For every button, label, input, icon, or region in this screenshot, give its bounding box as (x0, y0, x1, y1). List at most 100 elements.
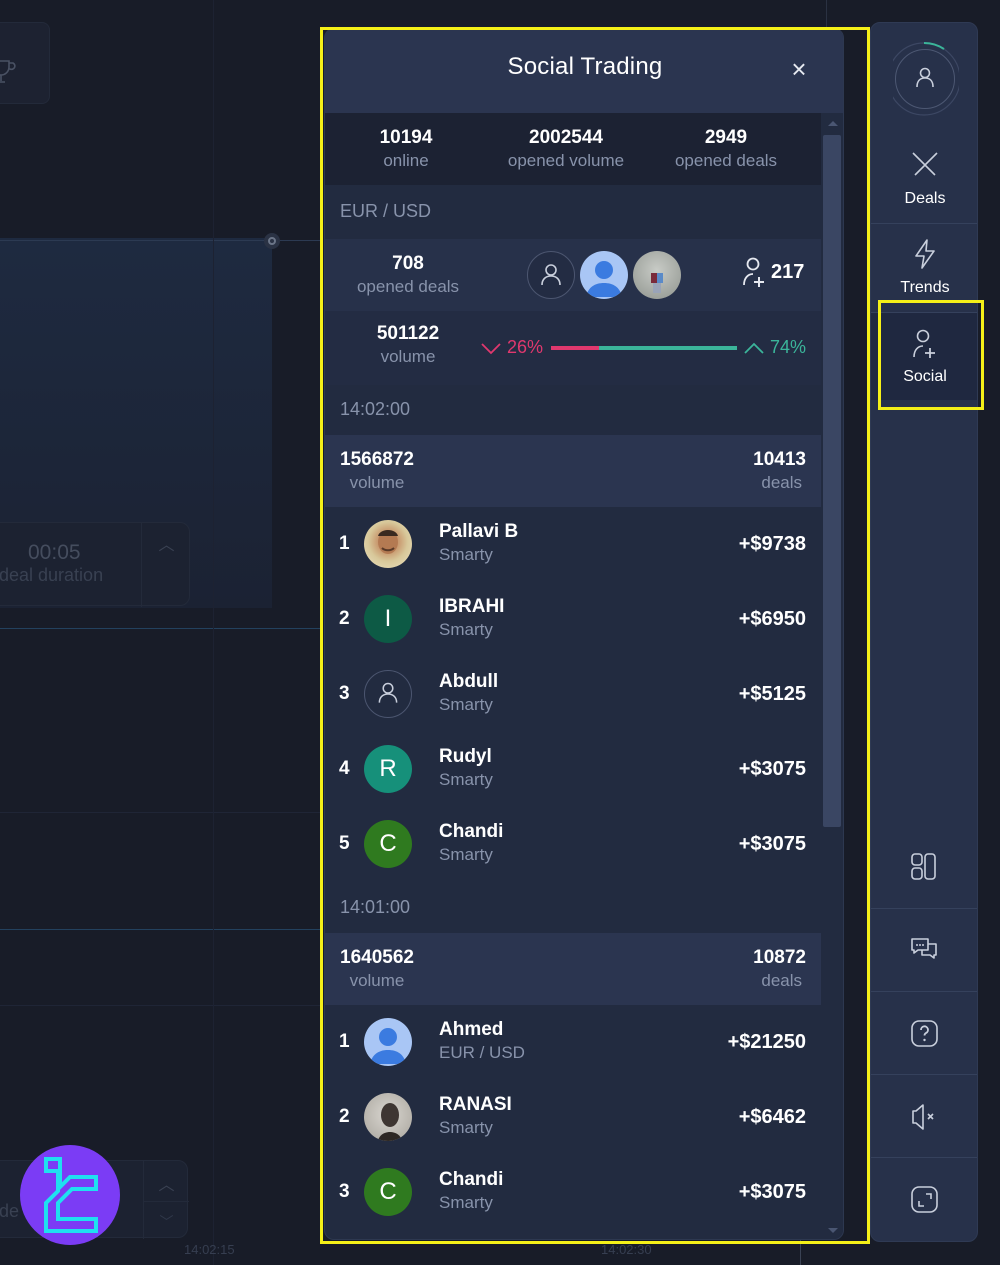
trader-profit: +$9738 (738, 533, 806, 555)
period-deals-label: deals (761, 971, 802, 990)
stat-value: 2002544 (529, 127, 603, 148)
trader-rank: 3 (339, 683, 350, 704)
tournaments-button[interactable] (0, 22, 50, 104)
trader-name: Rudyl (439, 746, 492, 767)
close-icon: × (791, 54, 807, 84)
volume-label: volume (380, 347, 436, 366)
profile-button[interactable] (871, 23, 977, 139)
trader-profit: +$6950 (738, 608, 806, 630)
avatar (364, 670, 412, 718)
avatar (633, 251, 681, 299)
period-deals: 10872 deals (753, 947, 806, 991)
trader-subtitle: Smarty (439, 1193, 493, 1212)
opened-deals-label: opened deals (356, 277, 460, 296)
layout-icon (911, 853, 936, 880)
fullscreen-button[interactable] (871, 1157, 977, 1240)
photo-avatar-icon (378, 530, 398, 554)
deal-duration-value: 00:05 (28, 541, 81, 564)
grid-line (0, 1005, 320, 1006)
trader-rank: 5 (339, 833, 350, 854)
time-tick: 14:02:15 (184, 1242, 235, 1257)
global-stats: 10194 online 2002544 opened volume 2949 … (325, 113, 821, 185)
scroll-up-arrow[interactable] (828, 121, 838, 126)
panel-scrollbar[interactable] (821, 113, 843, 1239)
trader-row[interactable]: 4 R Rudyl Smarty +$3075 (325, 732, 821, 807)
help-icon (911, 1020, 938, 1047)
sidebar-item-label: Trends (900, 279, 950, 296)
time-tick: 14:02:30 (601, 1242, 652, 1257)
grid-line (0, 929, 320, 930)
period-volume: 1640562 volume (340, 947, 414, 991)
trader-row[interactable]: 1 Ahmed EUR / USD +$21250 (325, 1005, 821, 1080)
duration-up-button[interactable]: ︿ (141, 523, 191, 607)
trader-profit: +$3075 (738, 1181, 806, 1203)
trader-rank: 4 (339, 758, 350, 779)
investment-up-button[interactable]: ︿ (143, 1161, 189, 1201)
trader-profit: +$3075 (738, 758, 806, 780)
trader-subtitle: Smarty (439, 1118, 493, 1137)
asset-volume-row: 501122 volume 26% 74% (325, 311, 821, 385)
asset-summary: 708 opened deals 217 501122 volume 26% 7… (325, 239, 821, 385)
scroll-down-arrow[interactable] (828, 1228, 838, 1233)
period-volume-label: volume (349, 971, 405, 990)
trader-row[interactable]: 1 Pallavi B Smarty +$9738 (325, 507, 821, 582)
sentiment-down: 26% (480, 337, 543, 358)
asset-volume: 501122 volume (343, 323, 473, 367)
trophy-icon (0, 60, 16, 83)
stat-value: 10194 (379, 127, 433, 148)
user-icon (541, 264, 561, 286)
period-deals-value: 10872 (753, 947, 806, 968)
deal-duration-control[interactable]: 00:05 deal duration ︿ (0, 522, 191, 607)
investment-down-button[interactable]: ﹀ (143, 1201, 189, 1239)
trader-name: IBRAHI (439, 596, 505, 617)
scroll-thumb[interactable] (823, 135, 841, 827)
trader-name: Abdull (439, 671, 499, 692)
close-button[interactable]: × (785, 55, 813, 83)
trader-row[interactable]: 3 C Chandi Smarty +$3075 (325, 1155, 821, 1230)
deal-duration-label: deal duration (0, 565, 104, 585)
trader-rank: 1 (339, 1031, 350, 1052)
help-button[interactable] (871, 991, 977, 1074)
stat-opened-deals: 2949 opened deals (646, 127, 806, 171)
social-feed[interactable]: 10194 online 2002544 opened volume 2949 … (325, 113, 821, 1239)
trader-row[interactable]: 2 RANASI Smarty +$6462 (325, 1080, 821, 1155)
user-icon (916, 67, 934, 88)
trader-row[interactable]: 2 I IBRAHI Smarty +$6950 (325, 582, 821, 657)
sentiment-down-value: 26% (507, 337, 544, 357)
sidebar-item-trends[interactable]: Trends (871, 223, 977, 311)
period-deals-label: deals (761, 473, 802, 492)
sentiment-bar (551, 346, 737, 350)
profile-avatar (895, 49, 955, 109)
sidebar-item-social[interactable]: Social (871, 312, 977, 400)
mute-icon (912, 1104, 934, 1130)
grid-line (0, 628, 320, 629)
sidebar-item-deals[interactable]: Deals (871, 135, 977, 223)
social-trading-panel: Social Trading × 10194 online 2002544 op… (324, 28, 844, 1240)
followers-value: 217 (771, 261, 805, 283)
period-summary: 1640562 volume 10872 deals (325, 933, 821, 1005)
period-volume-value: 1566872 (340, 449, 414, 470)
avatar (580, 251, 628, 299)
trader-profit: +$5125 (738, 683, 806, 705)
asset-pair-label: EUR / USD (340, 201, 432, 221)
panel-title: Social Trading (507, 53, 663, 80)
period-volume-value: 1640562 (340, 947, 414, 968)
sidebar-item-label: Deals (904, 190, 946, 207)
avatar (364, 1018, 412, 1066)
trader-row[interactable]: 3 Abdull Smarty +$5125 (325, 657, 821, 732)
trader-profit: +$6462 (738, 1106, 806, 1128)
investment-label: de (0, 1201, 20, 1221)
chat-button[interactable] (871, 908, 977, 991)
sound-toggle-button[interactable] (871, 1074, 977, 1157)
price-marker (264, 233, 280, 249)
trader-name: Chandi (439, 1169, 504, 1190)
trader-row[interactable]: 5 C Chandi Smarty +$3075 (325, 807, 821, 882)
time-cursor (800, 1240, 801, 1265)
chat-icon (911, 938, 937, 959)
avatar (527, 251, 575, 299)
layout-button[interactable] (871, 825, 977, 908)
trader-name: Ahmed (439, 1019, 504, 1040)
trader-rank: 2 (339, 608, 350, 629)
asset-opened-deals: 708 opened deals (343, 253, 473, 297)
sentiment-up: 74% (743, 337, 806, 358)
